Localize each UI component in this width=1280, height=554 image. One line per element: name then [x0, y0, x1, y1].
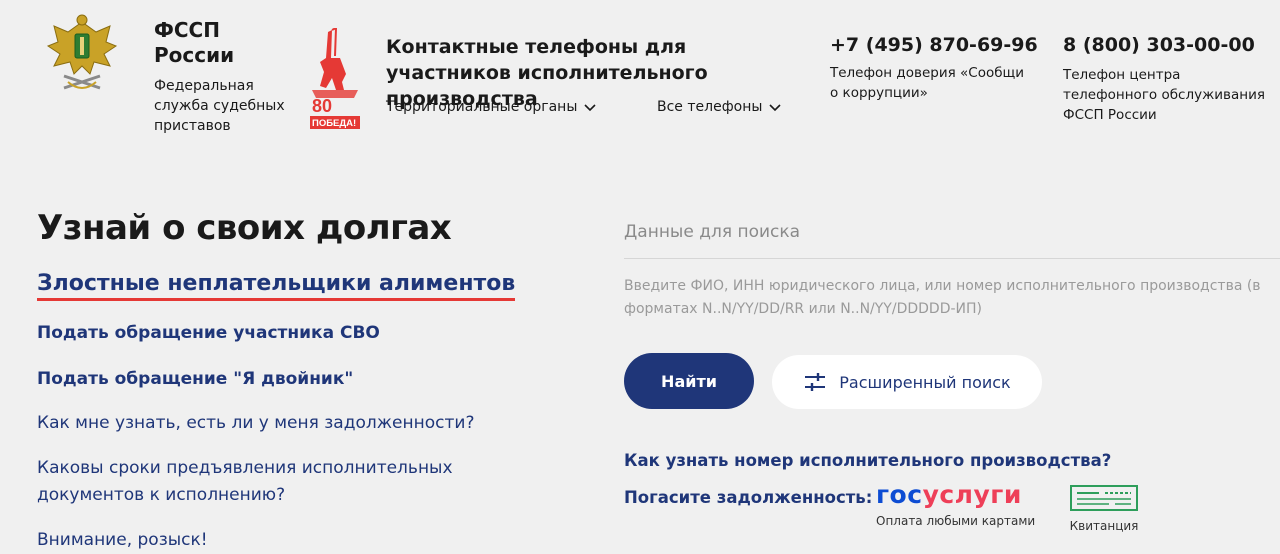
chevron-down-icon	[769, 104, 782, 112]
svg-text:80: 80	[312, 96, 332, 116]
pay-debt-label: Погасите задолженность:	[624, 488, 873, 507]
alimony-debtors-link[interactable]: Злостные неплательщики алиментов	[37, 270, 516, 301]
check-debts-link[interactable]: Как мне узнать, есть ли у меня задолженн…	[37, 410, 474, 437]
svo-appeal-link[interactable]: Подать обращение участника СВО	[37, 320, 380, 347]
wanted-link[interactable]: Внимание, розыск!	[37, 527, 208, 554]
advanced-search-label: Расширенный поиск	[839, 372, 1011, 392]
territorial-bodies-dropdown[interactable]: Территориальные органы	[386, 99, 597, 115]
svg-text:ПОБЕДА!: ПОБЕДА!	[312, 118, 356, 129]
gosuslugi-caption: Оплата любыми картами	[876, 514, 1036, 528]
gosuslugi-payment-button[interactable]: госуслуги Оплата любыми картами	[876, 480, 1035, 528]
dropdown-label: Территориальные органы	[386, 99, 578, 115]
how-to-find-number-link[interactable]: Как узнать номер исполнительного произво…	[624, 451, 1111, 470]
hotline-phone-description: Телефон доверия «Сообщи о коррупции»	[830, 65, 1025, 101]
hotline-phone-number[interactable]: +7 (495) 870-69-96	[830, 34, 1038, 56]
gosuslugi-logo-part2: услуги	[922, 480, 1022, 509]
chevron-down-icon	[584, 104, 596, 112]
search-input-underline	[624, 258, 1280, 259]
page-title: Узнай о своих долгах	[37, 208, 452, 248]
twin-appeal-link[interactable]: Подать обращение "Я двойник"	[37, 366, 353, 393]
call-center-phone-number[interactable]: 8 (800) 303-00-00	[1063, 34, 1255, 56]
receipt-caption: Квитанция	[1069, 519, 1139, 533]
dropdown-label: Все телефоны	[657, 99, 763, 115]
gosuslugi-logo: госуслуги	[876, 480, 1035, 510]
enforcement-terms-link[interactable]: Каковы сроки предъявления исполнительных…	[37, 455, 497, 509]
all-phones-dropdown[interactable]: Все телефоны	[657, 99, 782, 115]
sliders-icon	[805, 373, 826, 391]
search-input[interactable]: Данные для поиска	[624, 222, 800, 242]
receipt-button[interactable]: Квитанция	[1066, 484, 1142, 533]
org-name[interactable]: ФССП России	[154, 18, 264, 68]
victory-80-badge-icon: 80 ПОБЕДА!	[306, 26, 364, 132]
call-center-phone-description: Телефон центра телефонного обслуживания …	[1063, 67, 1265, 123]
receipt-icon	[1070, 485, 1138, 511]
gosuslugi-logo-part1: гос	[876, 480, 923, 509]
org-description: Федеральная служба судебных приставов	[154, 78, 285, 134]
fssp-emblem-icon[interactable]	[44, 12, 120, 96]
find-button[interactable]: Найти	[624, 353, 754, 409]
search-hint: Введите ФИО, ИНН юридического лица, или …	[624, 278, 1261, 317]
advanced-search-button[interactable]: Расширенный поиск	[772, 355, 1042, 409]
